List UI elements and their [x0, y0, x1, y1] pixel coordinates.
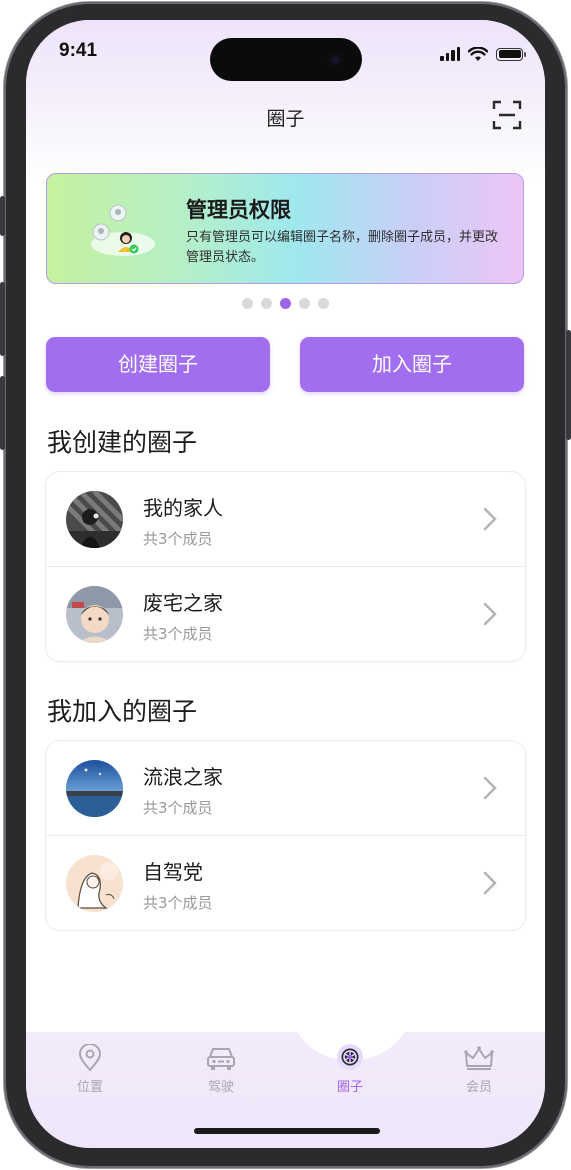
carousel-dot[interactable]: [299, 298, 310, 309]
join-circle-button[interactable]: 加入圈子: [300, 337, 524, 392]
tab-label: 圈子: [336, 1080, 363, 1095]
scan-icon[interactable]: [492, 100, 522, 130]
admin-banner[interactable]: 管理员权限 只有管理员可以编辑圈子名称，删除圈子成员，并更改管理员状态。: [46, 173, 524, 284]
chevron-right-icon: [483, 871, 497, 895]
chevron-right-icon: [483, 602, 497, 626]
page-title: 圈子: [266, 108, 305, 130]
circle-name: 废宅之家: [143, 591, 223, 615]
circle-name: 自驾党: [143, 860, 203, 884]
list-item[interactable]: 自驾党 共3个成员: [46, 835, 525, 930]
mute-switch: [0, 196, 5, 236]
created-section-title: 我创建的圈子: [47, 428, 198, 457]
avatar: [66, 491, 123, 548]
location-pin-icon: [78, 1044, 102, 1072]
dynamic-island: [210, 38, 362, 81]
circle-name: 我的家人: [143, 496, 223, 520]
list-item[interactable]: 废宅之家 共3个成员: [46, 566, 525, 661]
chevron-right-icon: [483, 776, 497, 800]
camera-icon: [327, 51, 344, 68]
volume-up-button: [0, 282, 5, 356]
joined-section-title: 我加入的圈子: [47, 697, 198, 726]
circle-wheel-icon: [337, 1044, 363, 1070]
list-item[interactable]: 流浪之家 共3个成员: [46, 741, 525, 835]
banner-description: 只有管理员可以编辑圈子名称，删除圈子成员，并更改管理员状态。: [186, 230, 499, 265]
created-circles-card: 我的家人 共3个成员 废宅之家 共3个成员: [46, 472, 525, 661]
tab-circle[interactable]: 圈子: [315, 1044, 385, 1095]
carousel-dot[interactable]: [280, 298, 291, 309]
tab-label: 位置: [76, 1080, 103, 1095]
status-icons: [440, 46, 526, 62]
screen: 9:41 圈子 管理员权限 只有管理员可以编辑圈子名称，删除圈子成员，并更改管理…: [26, 20, 545, 1148]
avatar: [66, 855, 123, 912]
battery-icon: [496, 47, 526, 61]
tab-location[interactable]: 位置: [55, 1044, 125, 1095]
status-time: 9:41: [59, 40, 98, 61]
avatar: [66, 586, 123, 643]
create-circle-button[interactable]: 创建圈子: [46, 337, 270, 392]
tab-membership[interactable]: 会员: [444, 1044, 514, 1095]
admin-illustration-icon: [91, 204, 155, 256]
member-count: 共3个成员: [143, 894, 213, 912]
power-button: [566, 330, 571, 440]
carousel-dot[interactable]: [318, 298, 329, 309]
volume-down-button: [0, 376, 5, 450]
carousel-indicator[interactable]: [26, 298, 545, 309]
circle-name: 流浪之家: [143, 765, 223, 789]
car-icon: [207, 1048, 235, 1070]
tab-label: 驾驶: [207, 1080, 234, 1095]
list-item[interactable]: 我的家人 共3个成员: [46, 472, 525, 566]
cellular-signal-icon: [440, 47, 460, 61]
avatar: [66, 760, 123, 817]
joined-circles-card: 流浪之家 共3个成员 自驾党 共3个成员: [46, 741, 525, 930]
carousel-dot[interactable]: [242, 298, 253, 309]
crown-icon: [464, 1046, 494, 1070]
member-count: 共3个成员: [143, 530, 213, 548]
chevron-right-icon: [483, 507, 497, 531]
wifi-icon: [468, 46, 488, 61]
tab-driving[interactable]: 驾驶: [186, 1044, 256, 1095]
member-count: 共3个成员: [143, 799, 213, 817]
tab-label: 会员: [465, 1080, 492, 1095]
banner-title: 管理员权限: [186, 198, 291, 222]
carousel-dot[interactable]: [261, 298, 272, 309]
member-count: 共3个成员: [143, 625, 213, 643]
home-indicator[interactable]: [194, 1128, 380, 1134]
